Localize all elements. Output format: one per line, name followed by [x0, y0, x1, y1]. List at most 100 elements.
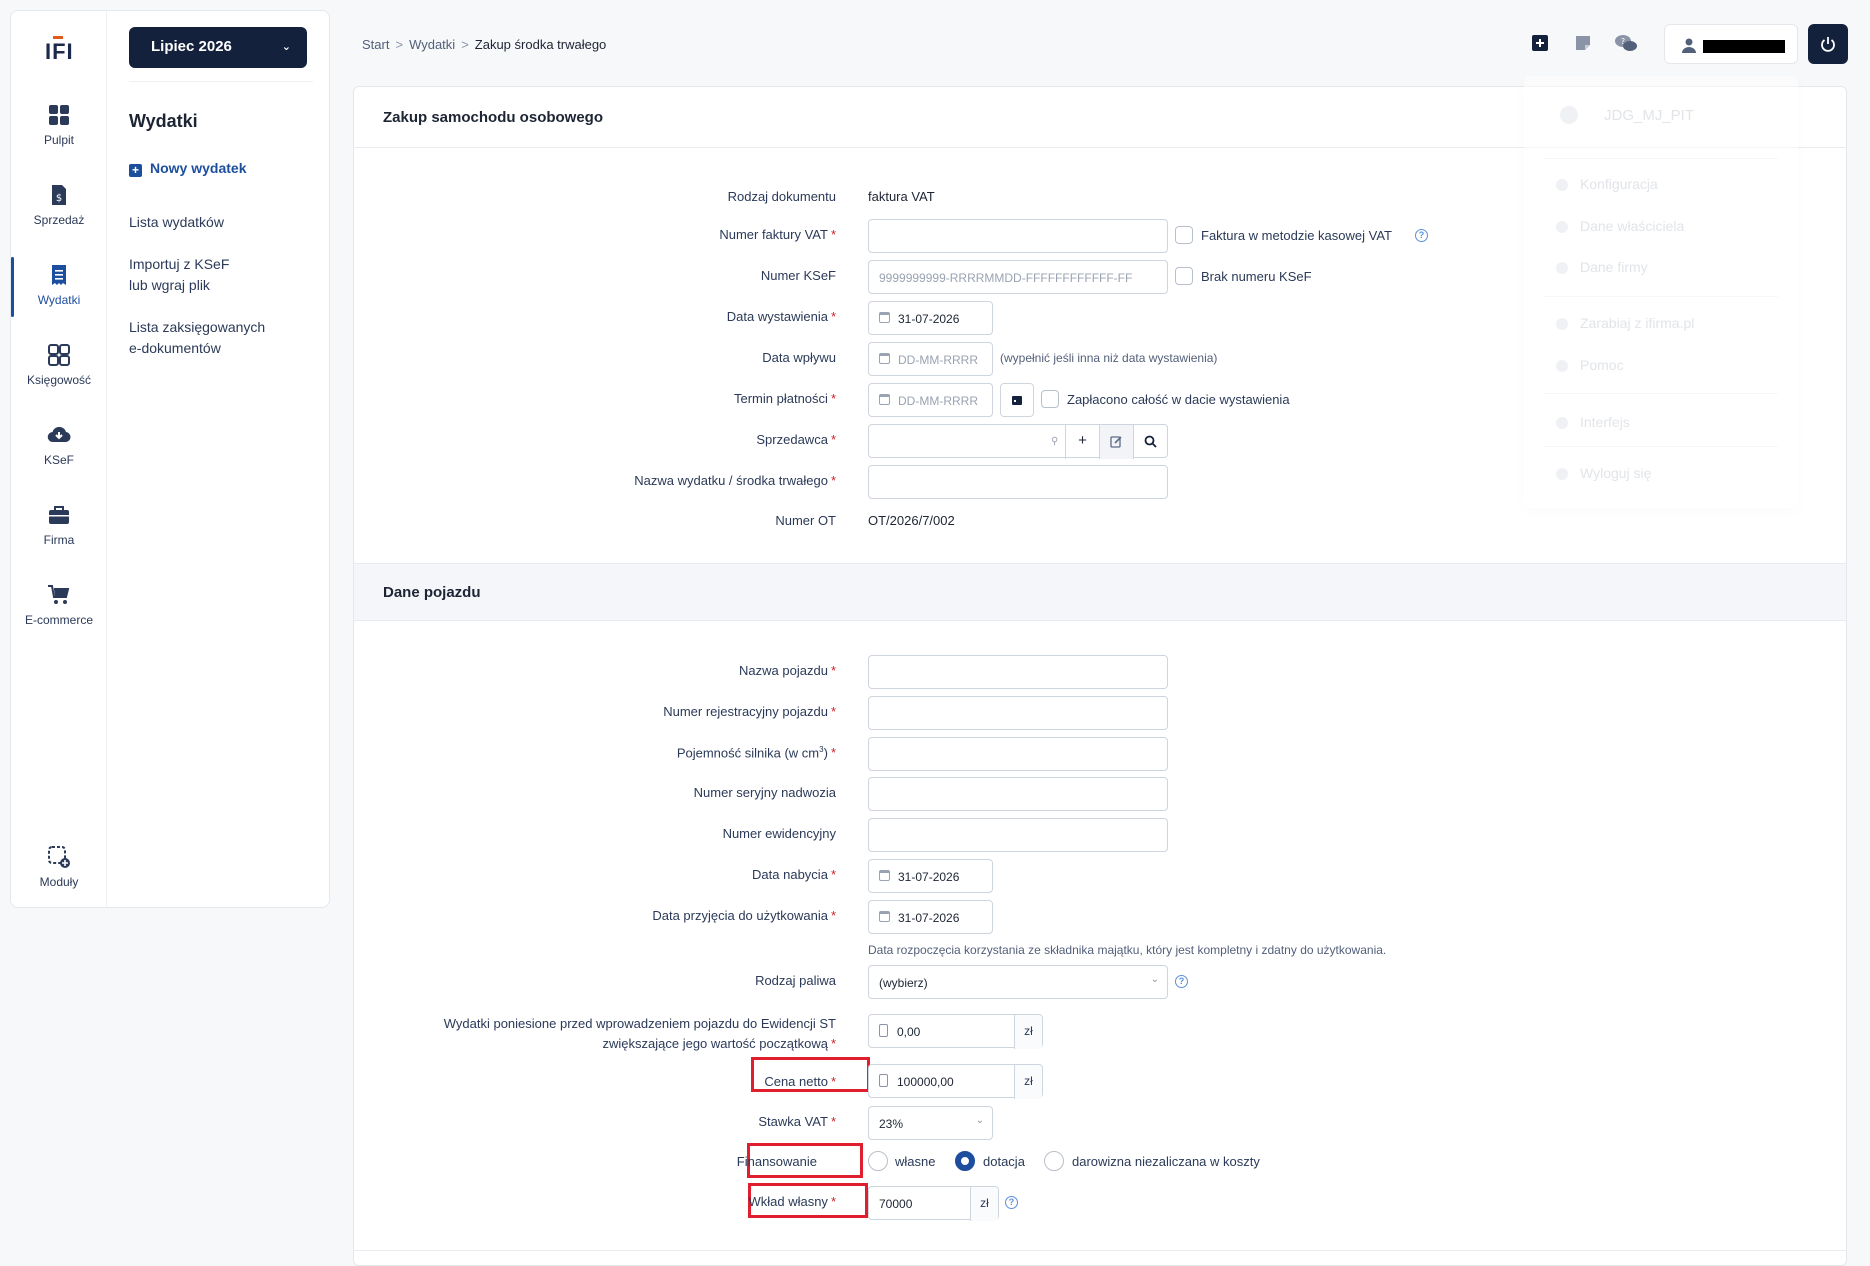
user-icon — [1682, 38, 1696, 53]
chat-help-icon[interactable]: ? — [1614, 34, 1638, 52]
breadcrumb-start[interactable]: Start — [362, 37, 389, 52]
sticky-note-icon[interactable] — [1574, 34, 1592, 52]
invoice-number-input[interactable] — [868, 219, 1168, 253]
nav-ksef[interactable]: KSeF — [11, 423, 107, 467]
menu-earn[interactable]: Zarabiaj z ifirma.pl — [1580, 315, 1694, 331]
booked-edocs-link[interactable]: Lista zaksięgowanych e-dokumentów — [129, 317, 265, 359]
expense-list-link[interactable]: Lista wydatków — [129, 212, 224, 233]
breadcrumb-expenses[interactable]: Wydatki — [409, 37, 455, 52]
vehicle-section-header: Dane pojazdu — [354, 563, 1846, 621]
menu-logout[interactable]: Wyloguj się — [1580, 465, 1651, 481]
cloud-download-icon — [47, 426, 71, 443]
nav-label: Sprzedaż — [33, 213, 85, 227]
issue-date-label: Data wystawienia * — [726, 309, 836, 324]
use-date-input[interactable]: 31-07-2026 — [868, 900, 993, 934]
nav-label: Moduły — [39, 875, 79, 889]
user-icon — [1560, 106, 1578, 124]
logout-button[interactable] — [1808, 24, 1848, 64]
net-price-input[interactable]: 100000,00 zł — [868, 1064, 1043, 1099]
use-date-value: 31-07-2026 — [898, 911, 960, 925]
acquisition-date-value: 31-07-2026 — [898, 870, 960, 884]
power-icon — [1821, 37, 1835, 52]
pre-expenses-input[interactable]: 0,00 zł — [868, 1014, 1043, 1049]
ifirma-logo[interactable]: IFI — [45, 36, 74, 65]
seller-input[interactable]: ⚲ + — [868, 424, 1168, 459]
evidence-number-input[interactable] — [868, 818, 1168, 852]
vehicle-name-label: Nazwa pojazdu * — [739, 663, 836, 678]
financing-own-label: własne — [895, 1154, 936, 1169]
own-contribution-label: Wkład własny * — [748, 1194, 836, 1209]
vehicle-name-input[interactable] — [868, 655, 1168, 689]
import-ksef-link[interactable]: Importuj z KSeF lub wgraj plik — [129, 254, 229, 296]
calculator-icon — [48, 344, 70, 366]
breadcrumb-separator: > — [395, 37, 404, 52]
search-icon: ⚲ — [1051, 436, 1059, 447]
due-date-input[interactable]: DD-MM-RRRR — [868, 383, 993, 417]
no-ksef-checkbox[interactable] — [1175, 267, 1193, 285]
month-selector[interactable]: Lipiec 2026 ⌄ — [129, 27, 307, 68]
add-document-icon[interactable] — [1531, 34, 1549, 52]
nav-ecommerce[interactable]: E-commerce — [11, 583, 107, 627]
receipt-date-placeholder: DD-MM-RRRR — [898, 353, 978, 367]
add-seller-button[interactable]: + — [1065, 425, 1099, 459]
menu-company-data[interactable]: Dane firmy — [1580, 259, 1648, 275]
menu-configuration[interactable]: Konfiguracja — [1580, 176, 1658, 192]
currency-suffix: zł — [1014, 1015, 1042, 1049]
expense-name-input[interactable] — [868, 465, 1168, 499]
user-menu-button[interactable] — [1664, 24, 1798, 64]
paid-in-full-label: Zapłacono całość w dacie wystawienia — [1067, 392, 1290, 407]
nav-firma[interactable]: Firma — [11, 503, 107, 547]
ksef-number-input[interactable]: 9999999999-RRRRMMDD-FFFFFFFFFFFF-FF — [868, 260, 1168, 294]
breadcrumb: Start > Wydatki > Zakup środka trwałego — [362, 37, 606, 52]
no-ksef-label: Brak numeru KSeF — [1201, 269, 1312, 284]
search-seller-button[interactable] — [1133, 425, 1167, 459]
nav-wydatki[interactable]: Wydatki — [11, 257, 107, 317]
engine-capacity-input[interactable] — [868, 737, 1168, 771]
evidence-number-label: Numer ewidencyjny — [722, 826, 836, 841]
vin-input[interactable] — [868, 777, 1168, 811]
own-contribution-input[interactable]: 70000 zł — [868, 1186, 999, 1221]
receipt-date-input[interactable]: DD-MM-RRRR — [868, 342, 993, 376]
registration-input[interactable] — [868, 696, 1168, 730]
vat-rate-label: Stawka VAT * — [758, 1114, 836, 1129]
fuel-type-select[interactable]: (wybierz) ⌄ — [868, 965, 1168, 999]
power-icon — [1556, 468, 1568, 480]
due-date-calendar-button[interactable] — [1000, 383, 1034, 417]
menu-interface[interactable]: Interfejs — [1580, 414, 1630, 430]
vat-rate-select[interactable]: 23% ⌄ — [868, 1106, 993, 1140]
paid-in-full-checkbox[interactable] — [1041, 390, 1059, 408]
fuel-type-label: Rodzaj paliwa — [755, 973, 836, 988]
acquisition-date-input[interactable]: 31-07-2026 — [868, 859, 993, 893]
financing-grant-radio[interactable] — [955, 1151, 975, 1171]
breadcrumb-current: Zakup środka trwałego — [474, 37, 607, 52]
financing-own-radio[interactable] — [868, 1151, 888, 1171]
cash-vat-label: Faktura w metodzie kasowej VAT — [1201, 228, 1392, 243]
form-title: Zakup samochodu osobowego — [383, 109, 604, 126]
nav-ksiegowosc[interactable]: Księgowość — [11, 343, 107, 387]
edit-seller-button[interactable] — [1099, 425, 1133, 459]
nav-sprzedaz[interactable]: $ Sprzedaż — [11, 183, 107, 227]
issue-date-input[interactable]: 31-07-2026 — [868, 301, 993, 335]
main-nav-rail: IFI Pulpit $ Sprzedaż Wydatki Księgowość… — [10, 10, 106, 908]
help-icon[interactable]: ? — [1005, 1196, 1018, 1209]
menu-help[interactable]: Pomoc — [1580, 357, 1624, 373]
nav-moduly[interactable]: Moduły — [11, 845, 107, 889]
menu-owner-data[interactable]: Dane właściciela — [1580, 218, 1684, 234]
seller-label: Sprzedawca * — [756, 432, 836, 447]
currency-suffix: zł — [970, 1187, 998, 1221]
help-icon[interactable]: ? — [1415, 229, 1428, 242]
cash-vat-checkbox[interactable] — [1175, 226, 1193, 244]
new-expense-link[interactable]: + Nowy wydatek — [129, 160, 246, 177]
module-add-icon — [48, 846, 70, 868]
financing-label: Finansowanie — [736, 1154, 817, 1169]
new-expense-label: Nowy wydatek — [150, 160, 247, 176]
ot-number-value: OT/2026/7/002 — [868, 513, 955, 528]
pre-expenses-label: Wydatki poniesione przed wprowadzeniem p… — [443, 1016, 836, 1051]
help-icon[interactable]: ? — [1175, 975, 1188, 988]
fuel-type-value: (wybierz) — [879, 976, 928, 990]
chevron-down-icon: ⌄ — [1150, 974, 1159, 985]
nav-pulpit[interactable]: Pulpit — [11, 103, 107, 147]
financing-donation-radio[interactable] — [1044, 1151, 1064, 1171]
user-icon — [1556, 221, 1568, 233]
receipt-date-label: Data wpływu — [762, 350, 836, 365]
